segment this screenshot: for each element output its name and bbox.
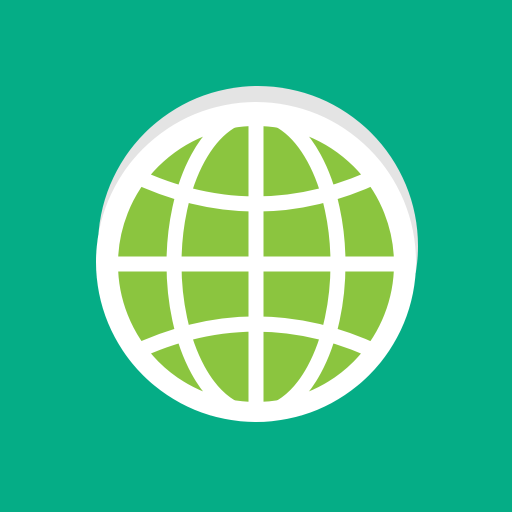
app-icon <box>0 0 512 512</box>
globe-icon-graphic <box>0 0 512 512</box>
